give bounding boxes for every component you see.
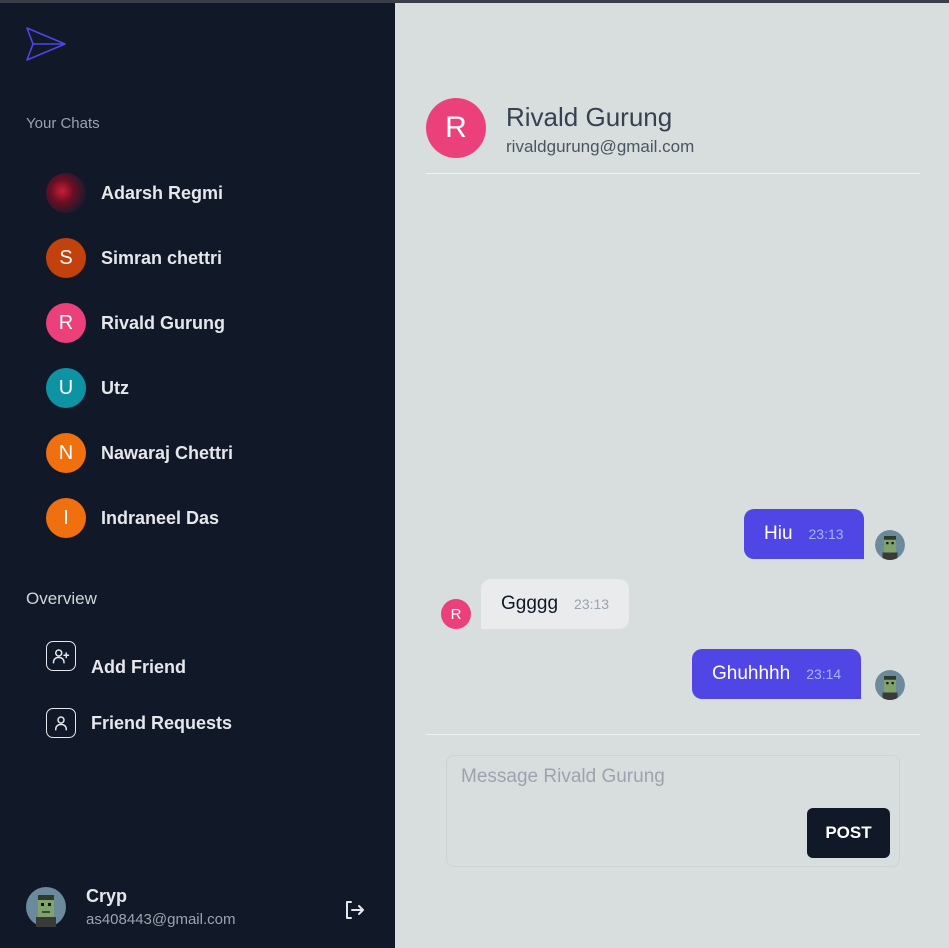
chat-item-utz[interactable]: U Utz (46, 366, 376, 410)
message-input[interactable] (461, 766, 881, 806)
chat-item-rivald-gurung[interactable]: R Rivald Gurung (46, 301, 376, 345)
chat-partner-email: rivaldgurung@gmail.com (506, 137, 695, 156)
user-avatar (26, 887, 66, 927)
message-composer: POST (446, 755, 900, 867)
chat-item-label: Simran chettri (101, 247, 223, 268)
my-message-avatar (875, 670, 905, 700)
add-user-icon (46, 640, 76, 671)
chat-item-adarsh-regmi[interactable]: Adarsh Regmi (46, 171, 376, 215)
current-user: Cryp as408443@gmail.com (26, 886, 235, 928)
chat-panel: R Rivald Gurung rivaldgurung@gmail.com H… (395, 3, 949, 948)
chat-partner-avatar: R (426, 98, 486, 158)
your-chats-heading: Your Chats (26, 115, 100, 132)
partner-message-avatar: R (441, 599, 471, 629)
chat-partner-name: Rivald Gurung (506, 102, 673, 132)
message-time: 23:14 (806, 666, 842, 682)
friend-requests-label: Friend Requests (91, 712, 233, 733)
avatar: I (46, 498, 86, 538)
message-text: Ggggg (501, 593, 559, 614)
message-bubble: Ghuhhhh 23:14 (692, 649, 862, 699)
message-text: Ghuhhhh (712, 663, 791, 684)
add-friend-label: Add Friend (91, 657, 186, 677)
chat-item-indraneel-das[interactable]: I Indraneel Das (46, 496, 376, 540)
chat-item-label: Adarsh Regmi (101, 182, 224, 203)
paper-plane-logo-icon[interactable] (24, 25, 68, 63)
avatar: R (46, 303, 86, 343)
header-divider (426, 173, 920, 174)
avatar: N (46, 433, 86, 473)
chat-item-label: Indraneel Das (101, 507, 220, 528)
composer-divider (426, 734, 920, 735)
friend-requests-link[interactable]: Friend Requests (46, 708, 232, 738)
logout-icon[interactable] (342, 898, 366, 922)
chat-item-label: Rivald Gurung (101, 312, 226, 333)
chat-item-nawaraj-chettri[interactable]: N Nawaraj Chettri (46, 431, 376, 475)
user-email: as408443@gmail.com (86, 911, 236, 928)
chat-item-label: Nawaraj Chettri (101, 442, 234, 463)
avatar (46, 173, 86, 213)
post-button[interactable]: POST (807, 808, 890, 858)
user-name: Cryp (86, 886, 128, 906)
message-bubble: Ggggg 23:13 (481, 579, 630, 629)
user-icon (46, 708, 76, 738)
message-bubble: Hiu 23:13 (744, 509, 864, 559)
add-friend-link[interactable]: Add Friend (46, 633, 186, 678)
chat-item-simran-chettri[interactable]: S Simran chettri (46, 236, 376, 280)
sidebar: Your Chats Adarsh Regmi S Simran chettri… (0, 3, 395, 948)
avatar: U (46, 368, 86, 408)
avatar: S (46, 238, 86, 278)
chat-item-label: Utz (101, 377, 129, 398)
message-time: 23:13 (808, 526, 844, 542)
overview-heading: Overview (26, 589, 97, 608)
message-text: Hiu (764, 523, 793, 544)
message-time: 23:13 (574, 596, 610, 612)
my-message-avatar (875, 530, 905, 560)
